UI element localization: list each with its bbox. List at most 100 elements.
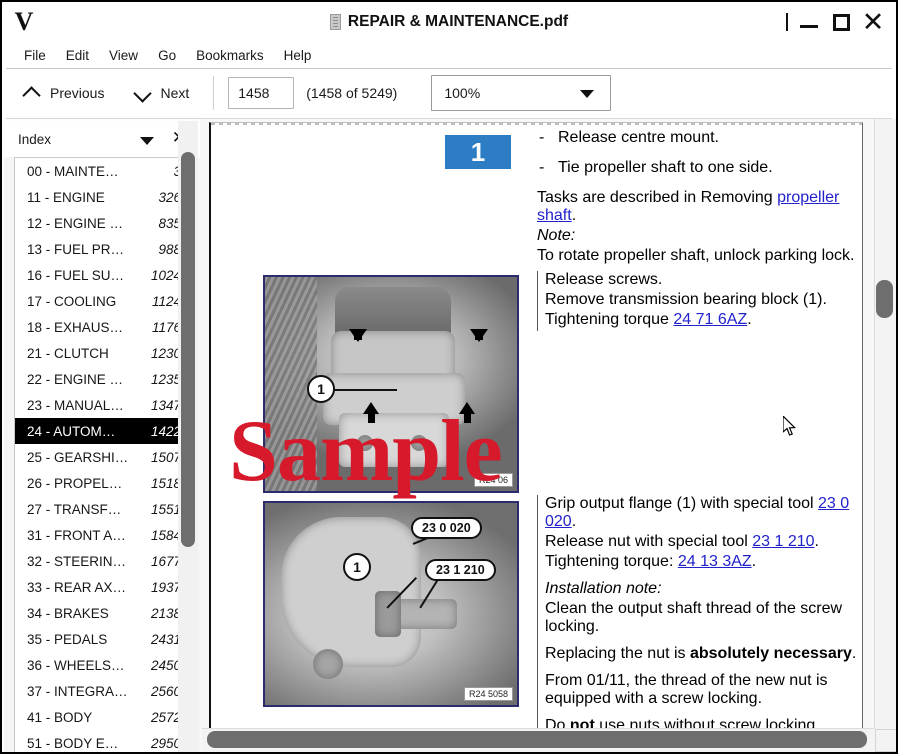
index-row-label: 00 - MAINTE… <box>27 164 167 179</box>
index-row[interactable]: 37 - INTEGRA…2560 <box>15 678 189 704</box>
index-row-label: 16 - FUEL SU… <box>27 268 145 283</box>
index-row[interactable]: 24 - AUTOM…1422 <box>15 418 189 444</box>
toolbar-separator <box>213 76 214 110</box>
index-row[interactable]: 16 - FUEL SU… 1024 <box>15 262 189 288</box>
index-row-page: 2572 <box>151 710 181 725</box>
index-row-label: 37 - INTEGRA… <box>27 684 145 699</box>
index-row[interactable]: 33 - REAR AX…1937 <box>15 574 189 600</box>
page-number-input[interactable] <box>228 77 294 109</box>
menu-item-file[interactable]: File <box>14 46 56 65</box>
scrollbar-corner <box>875 729 897 752</box>
index-row-label: 23 - MANUAL… <box>27 398 145 413</box>
menu-item-view[interactable]: View <box>99 46 148 65</box>
index-row[interactable]: 22 - ENGINE …1235 <box>15 366 189 392</box>
link-24-71-6az[interactable]: 24 71 6AZ <box>673 311 747 328</box>
tightening-torque-2-line: Tightening torque: 24 13 3AZ. <box>545 553 859 571</box>
callout-leader-line <box>335 389 397 391</box>
page-top-edge <box>211 123 863 125</box>
bullet-item-1-text: Release centre mount. <box>558 129 719 147</box>
index-row[interactable]: 23 - MANUAL…1347 <box>15 392 189 418</box>
close-icon[interactable]: ✕ <box>858 5 888 39</box>
figure-transmission-bearing-block: 1 R24 06 <box>263 275 519 493</box>
note-text: To rotate propeller shaft, unlock parkin… <box>537 247 857 265</box>
index-row-page: 2450 <box>151 658 181 673</box>
arrow-up-icon <box>363 402 379 414</box>
index-row[interactable]: 12 - ENGINE …835 <box>15 210 189 236</box>
index-row-page: 2138 <box>151 606 181 621</box>
index-row[interactable]: 35 - PEDALS2431 <box>15 626 189 652</box>
maximize-icon[interactable] <box>826 5 856 39</box>
callout-tool-23-1-210: 23 1 210 <box>425 559 496 581</box>
index-row[interactable]: 51 - BODY E…2950 <box>15 730 189 754</box>
from-0111-line: From 01/11, the thread of the new nut is… <box>545 672 859 708</box>
link-24-13-3az[interactable]: 24 13 3AZ <box>678 553 752 570</box>
sidebar-header: Index ✕ <box>4 121 200 157</box>
installation-note-text: Clean the output shaft thread of the scr… <box>545 600 859 636</box>
index-row[interactable]: 18 - EXHAUS…1176 <box>15 314 189 340</box>
index-list[interactable]: 00 - MAINTE…311 - ENGINE32612 - ENGINE …… <box>14 157 190 754</box>
release-screws-line: Release screws. <box>545 271 857 289</box>
index-row-page: 1551 <box>151 502 181 517</box>
index-row[interactable]: 32 - STEERIN…1677 <box>15 548 189 574</box>
tighten-suffix: . <box>747 311 751 328</box>
chevron-down-icon[interactable] <box>140 137 154 145</box>
chevron-up-icon <box>24 88 41 99</box>
index-row-label: 13 - FUEL PR… <box>27 242 152 257</box>
index-sidebar: Index ✕ 00 - MAINTE…311 - ENGINE32612 - … <box>4 121 200 754</box>
window-controls: ✕ <box>782 2 888 42</box>
menu-item-go[interactable]: Go <box>148 46 186 65</box>
pdf-page: 1 1 R24 06 <box>209 122 863 730</box>
bullet-item-1: - Release centre mount. <box>537 129 857 147</box>
menu-bar: File Edit View Go Bookmarks Help <box>2 42 896 68</box>
previous-button[interactable]: Previous <box>16 81 112 105</box>
index-row[interactable]: 26 - PROPEL…1518 <box>15 470 189 496</box>
index-row[interactable]: 36 - WHEELS…2450 <box>15 652 189 678</box>
pdf-viewer[interactable]: 1 1 R24 06 <box>200 119 896 754</box>
index-row-label: 34 - BRAKES <box>27 606 145 621</box>
index-row[interactable]: 34 - BRAKES 2138 <box>15 600 189 626</box>
mouse-cursor <box>783 416 796 436</box>
index-row-page: 1176 <box>152 320 181 335</box>
index-row[interactable]: 11 - ENGINE326 <box>15 184 189 210</box>
index-row-page: 1024 <box>151 268 181 283</box>
index-row-label: 35 - PEDALS <box>27 632 145 647</box>
text-block-output-flange: Grip output flange (1) with special tool… <box>537 495 859 730</box>
index-row[interactable]: 27 - TRANSF… 1551 <box>15 496 189 522</box>
index-row[interactable]: 31 - FRONT A…1584 <box>15 522 189 548</box>
index-row[interactable]: 13 - FUEL PR…988 <box>15 236 189 262</box>
index-row-label: 27 - TRANSF… <box>27 502 145 517</box>
title-bar: V REPAIR & MAINTENANCE.pdf ✕ <box>2 2 896 42</box>
callout-tool-23-0-020: 23 0 020 <box>411 517 482 539</box>
menu-item-bookmarks[interactable]: Bookmarks <box>186 46 274 65</box>
viewer-vertical-scrollbar-track[interactable] <box>874 119 898 731</box>
chevron-down-icon <box>580 90 594 98</box>
index-row[interactable]: 00 - MAINTE…3 <box>15 158 189 184</box>
text-block-release-screws: Release screws. Remove transmission bear… <box>537 271 857 331</box>
index-row[interactable]: 25 - GEARSHI…1507 <box>15 444 189 470</box>
index-row-label: 22 - ENGINE … <box>27 372 145 387</box>
index-row-page: 1422 <box>151 424 181 439</box>
arrow-down-icon <box>349 329 367 342</box>
menu-item-help[interactable]: Help <box>274 46 322 65</box>
link-23-1-210[interactable]: 23 1 210 <box>752 533 814 550</box>
index-row[interactable]: 17 - COOLING1124 <box>15 288 189 314</box>
index-row-page: 1230 <box>151 346 181 361</box>
release-nut-line: Release nut with special tool 23 1 210. <box>545 533 859 551</box>
callout-1: 1 <box>307 375 335 403</box>
pdf-reader-window: V REPAIR & MAINTENANCE.pdf ✕ File Edit V… <box>0 0 898 754</box>
tasks-prefix: Tasks are described in Removing <box>537 189 777 206</box>
app-logo: V <box>2 2 46 42</box>
minimize-icon[interactable] <box>794 5 824 39</box>
viewer-horizontal-scrollbar-thumb[interactable] <box>207 731 867 748</box>
sidebar-scrollbar-thumb[interactable] <box>181 152 195 547</box>
index-row[interactable]: 41 - BODY2572 <box>15 704 189 730</box>
index-row-label: 51 - BODY E… <box>27 736 145 751</box>
viewer-vertical-scrollbar-thumb[interactable] <box>876 280 893 318</box>
photo-boss <box>313 649 343 679</box>
index-row-page: 1124 <box>152 294 181 309</box>
menu-item-edit[interactable]: Edit <box>56 46 99 65</box>
next-button[interactable]: Next <box>126 81 197 105</box>
index-row[interactable]: 21 - CLUTCH1230 <box>15 340 189 366</box>
window-title: REPAIR & MAINTENANCE.pdf <box>348 13 568 31</box>
zoom-select[interactable]: 100% <box>431 75 611 111</box>
